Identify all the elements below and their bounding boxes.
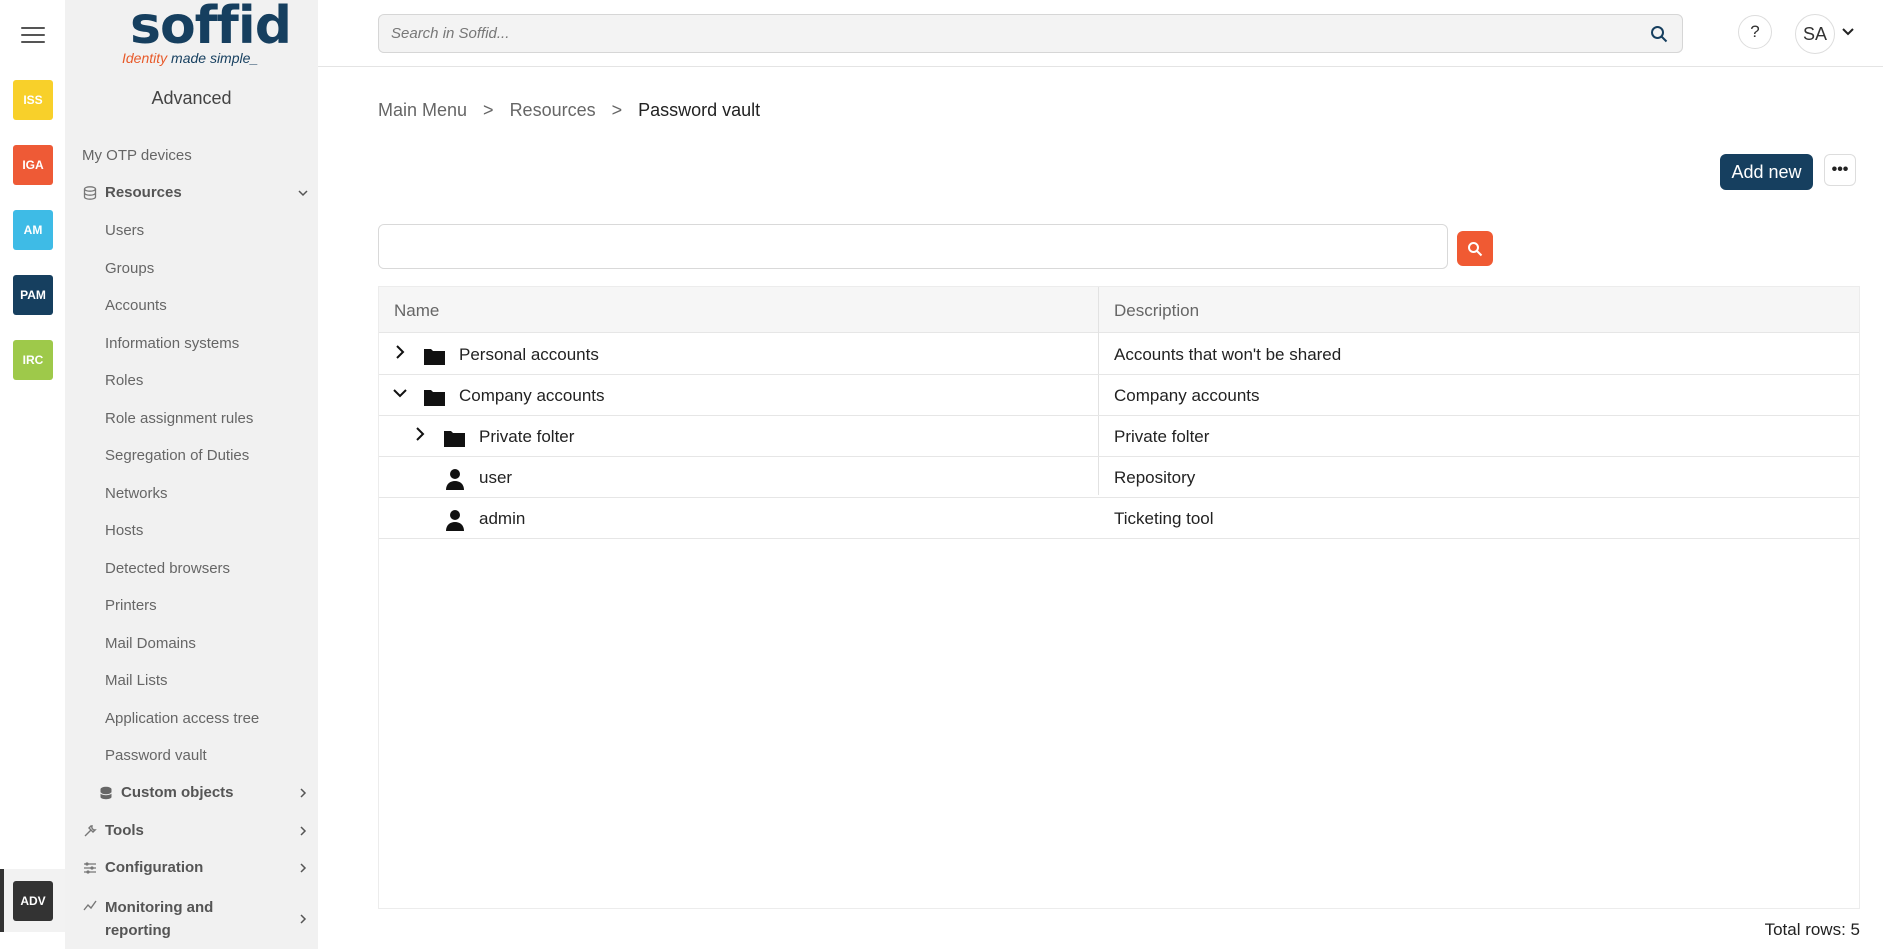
row-name: admin [479,509,526,528]
chevron-right-icon[interactable] [413,425,427,443]
wrench-icon [83,824,99,838]
sidebar-group-monitoring-label: Monitoring and reporting [105,899,214,939]
table-row[interactable]: user Repository [379,457,1859,498]
sidebar-item-otp[interactable]: My OTP devices [82,147,192,164]
sidebar-item-networks[interactable]: Networks [105,485,168,502]
logo-word: soffid [130,0,292,56]
rail-tile-iga[interactable]: IGA [13,145,53,185]
sidebar: soffid Identity made simple_ Advanced My… [65,0,318,949]
sidebar-item-groups[interactable]: Groups [105,260,154,277]
user-icon [446,510,464,531]
row-description: Accounts that won't be shared [1114,345,1342,364]
sidebar-group-configuration-label: Configuration [105,859,204,876]
chevron-right-icon[interactable] [393,343,407,361]
table-row[interactable]: Personal accounts Accounts that won't be… [379,334,1859,375]
logo-tag-b: made simple_ [171,50,259,66]
row-name: Personal accounts [459,345,599,364]
chevron-right-icon [300,914,307,924]
chart-line-icon [83,898,99,912]
logo-tagline: Identity made simple_ [122,50,258,66]
sidebar-item-password-vault[interactable]: Password vault [105,747,207,764]
row-description: Repository [1114,468,1196,487]
folder-icon [444,431,465,447]
chevron-down-icon[interactable] [391,384,409,402]
table-row[interactable]: admin Ticketing tool [379,498,1859,539]
logo-tag-a: Identity [122,50,168,66]
sidebar-group-monitoring[interactable]: Monitoring and reporting [83,896,318,942]
breadcrumb-main-menu[interactable]: Main Menu [378,100,467,121]
row-name: Private folter [479,427,575,446]
chevron-right-icon [300,826,307,836]
row-description: Company accounts [1114,386,1260,405]
sidebar-item-mail-lists[interactable]: Mail Lists [105,672,168,689]
folder-icon [424,390,445,406]
sidebar-item-mail-domains[interactable]: Mail Domains [105,635,196,652]
sidebar-item-accounts[interactable]: Accounts [105,297,167,314]
rail-tile-am[interactable]: AM [13,210,53,250]
more-actions-button[interactable]: ••• [1824,154,1856,186]
filter-search-button[interactable] [1457,231,1493,266]
sidebar-item-printers[interactable]: Printers [105,597,157,614]
sidebar-item-role-assignment-rules[interactable]: Role assignment rules [105,410,253,427]
sidebar-item-segregation-of-duties[interactable]: Segregation of Duties [105,447,249,464]
rail-tile-pam[interactable]: PAM [13,275,53,315]
search-icon[interactable] [1650,25,1668,43]
sidebar-item-hosts[interactable]: Hosts [105,522,143,539]
sidebar-title: Advanced [151,88,232,108]
add-new-button[interactable]: Add new [1720,154,1813,190]
breadcrumb-resources[interactable]: Resources [510,100,596,121]
breadcrumb-separator: > [483,100,494,120]
total-rows: Total rows: 5 [1764,920,1860,939]
column-header-name[interactable]: Name [394,301,439,321]
sidebar-group-custom-objects-label: Custom objects [121,784,234,801]
row-name: user [479,468,513,487]
chevron-right-icon [300,788,307,798]
top-bar: ? SA [318,0,1883,67]
rail-tile-irc[interactable]: IRC [13,340,53,380]
sidebar-group-resources[interactable]: Resources [83,184,318,201]
hamburger-icon[interactable] [21,27,45,45]
soffid-logo[interactable]: soffid Identity made simple_ [122,0,292,68]
sidebar-item-information-systems[interactable]: Information systems [105,335,239,352]
chevron-down-icon [298,190,308,197]
sidebar-item-detected-browsers[interactable]: Detected browsers [105,560,230,577]
column-header-description[interactable]: Description [1114,301,1199,321]
row-description: Ticketing tool [1114,509,1214,528]
table-row[interactable]: Company accounts Company accounts [379,375,1859,416]
breadcrumb: Main Menu > Resources > Password vault [378,100,760,121]
row-description: Private folter [1114,427,1210,446]
sidebar-item-application-access-tree[interactable]: Application access tree [105,710,259,727]
sidebar-group-configuration[interactable]: Configuration [83,859,318,876]
sidebar-group-tools[interactable]: Tools [83,822,318,839]
filter-field [378,224,1448,269]
sidebar-item-roles[interactable]: Roles [105,372,143,389]
table-row[interactable]: Private folter Private folter [379,416,1859,457]
global-search-input[interactable] [379,15,1619,52]
database-icon [83,185,99,200]
breadcrumb-separator: > [611,100,623,120]
user-avatar[interactable]: SA [1795,14,1835,54]
app-rail: ISS IGA AM PAM IRC ADV [0,0,65,949]
chevron-right-icon [300,863,307,873]
search-icon [1468,241,1483,256]
filter-input[interactable] [379,225,1447,268]
user-icon [446,469,464,490]
breadcrumb-current: Password vault [638,100,761,120]
password-vault-table: Name Description Personal accounts Accou… [378,286,1860,909]
global-search [378,14,1683,53]
sliders-icon [83,861,99,875]
rail-tile-iss[interactable]: ISS [13,80,53,120]
folder-icon [424,349,445,365]
app-root: ISS IGA AM PAM IRC ADV soffid Identity m… [0,0,1883,949]
row-name: Company accounts [459,386,605,405]
help-button[interactable]: ? [1738,15,1772,49]
sidebar-item-users[interactable]: Users [105,222,144,239]
database-icon [99,786,115,800]
chevron-down-icon[interactable] [1841,27,1855,37]
sidebar-group-custom-objects[interactable]: Custom objects [99,784,318,801]
sidebar-group-tools-label: Tools [105,822,144,839]
table-header: Name Description [379,287,1859,333]
sidebar-group-resources-label: Resources [105,184,182,201]
rail-tile-adv[interactable]: ADV [13,881,53,921]
